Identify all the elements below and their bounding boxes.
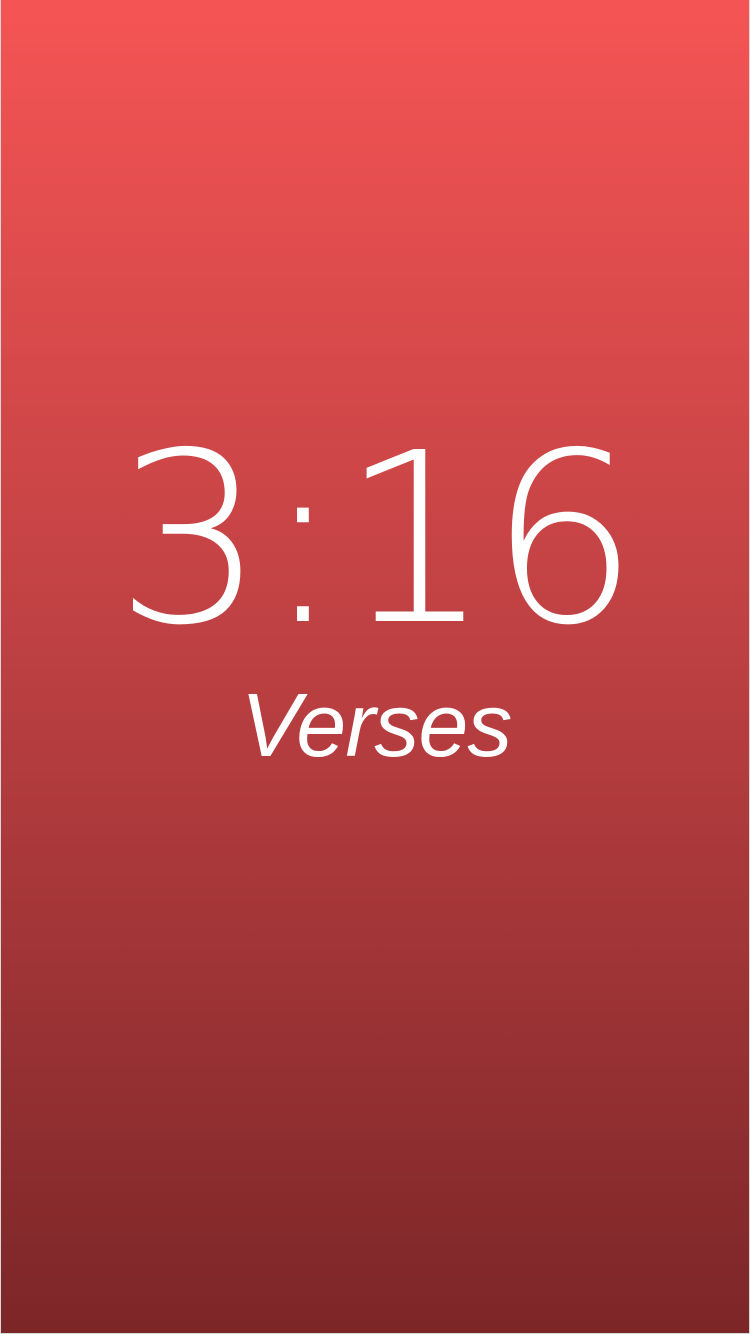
app-logo: 3:16 Verses (1, 402, 750, 777)
logo-time-text: 3:16 (115, 402, 639, 677)
splash-screen: 3:16 Verses (0, 0, 750, 1334)
app-name: Verses (240, 676, 513, 776)
